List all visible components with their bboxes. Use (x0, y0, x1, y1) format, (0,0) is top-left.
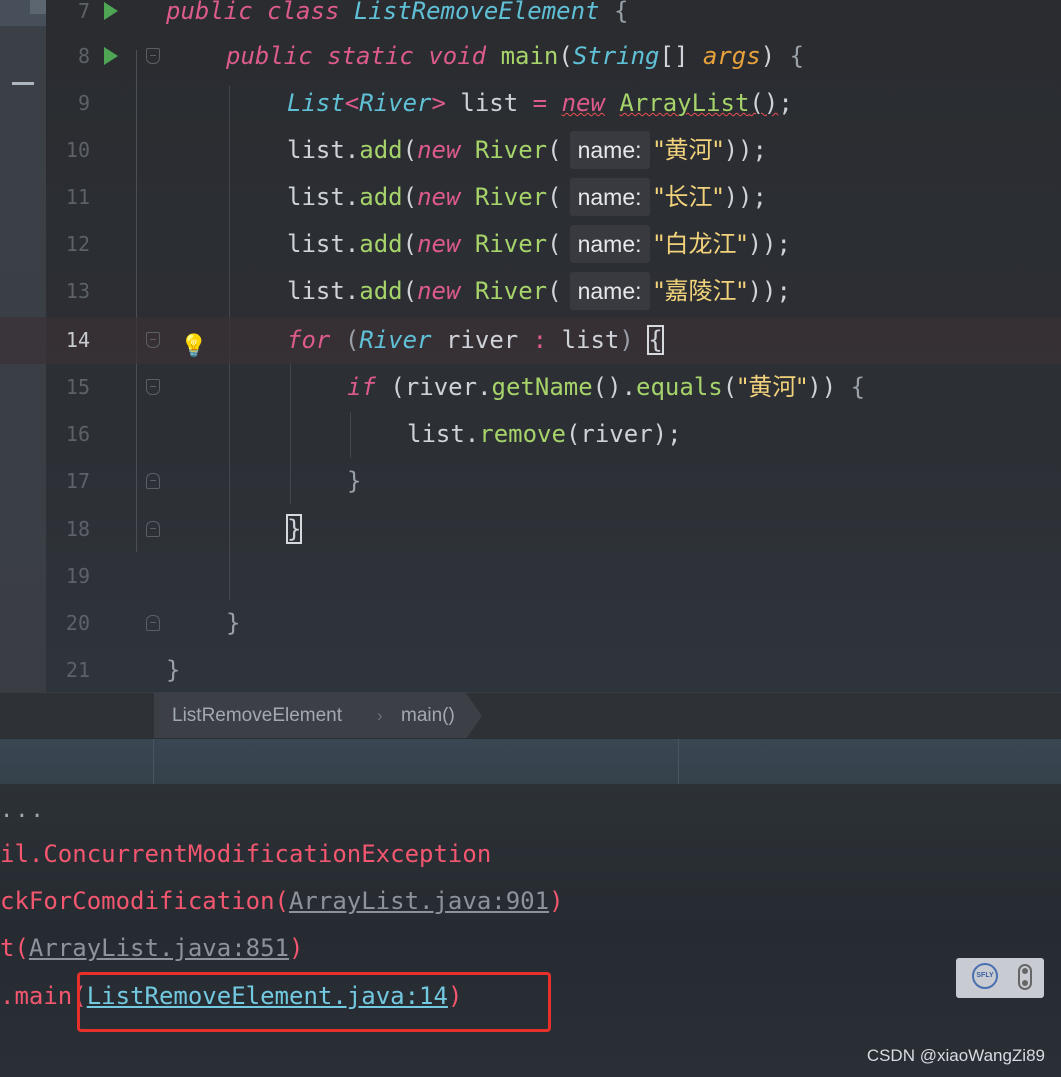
code-text: public static void main(String[] args) { (226, 42, 805, 70)
console-line-exception: il.ConcurrentModificationException (0, 840, 492, 868)
code-line-14[interactable]: 14 💡 for (River river : list) { (0, 317, 1061, 364)
toolbar-divider (153, 739, 154, 785)
console-ellipsis: ... (0, 798, 46, 823)
code-text: List<River> list = new ArrayList(); (287, 89, 793, 117)
code-line-21[interactable]: 21 } (0, 647, 1061, 694)
toggle-icon[interactable] (1018, 964, 1032, 990)
line-number: 19 (65, 564, 90, 588)
watermark: CSDN @xiaoWangZi89 (866, 1046, 1045, 1065)
code-line-16[interactable]: 16 list.remove(river); (0, 411, 1061, 458)
fold-icon[interactable] (146, 48, 160, 64)
plugin-logo-icon: SFLY (972, 963, 998, 989)
matched-brace: } (285, 514, 303, 544)
line-number: 17 (65, 469, 90, 493)
code-line-20[interactable]: 20 } (0, 600, 1061, 647)
breadcrumb-separator: › (377, 706, 383, 725)
stack-trace-link[interactable]: ArrayList.java:851 (29, 934, 289, 962)
line-number: 9 (77, 91, 90, 115)
code-editor[interactable]: 7 public class ListRemoveElement { 8 pub… (0, 0, 1061, 738)
run-icon[interactable] (104, 2, 118, 20)
stack-trace-link[interactable]: ArrayList.java:901 (289, 887, 549, 915)
fold-icon[interactable] (146, 332, 160, 348)
fold-icon[interactable] (146, 521, 160, 537)
breadcrumb-item-class[interactable]: ListRemoveElement (172, 693, 342, 738)
lightbulb-icon[interactable]: 💡 (180, 323, 207, 370)
annotation-highlight-box (77, 972, 551, 1032)
code-line-19[interactable]: 19 (0, 553, 1061, 600)
code-text: list.add(new River(name: "嘉陵江")); (287, 268, 791, 315)
line-number: 16 (65, 422, 90, 446)
run-icon[interactable] (104, 47, 118, 65)
run-toolbar (0, 738, 1061, 785)
line-number: 11 (65, 185, 90, 209)
console-line-check: ckForComodification(ArrayList.java:901) (0, 887, 564, 915)
code-line-9[interactable]: 9 List<River> list = new ArrayList(); (0, 80, 1061, 127)
code-line-18[interactable]: 18 } (0, 506, 1061, 553)
console-line-next: t(ArrayList.java:851) (0, 934, 304, 962)
line-number: 12 (65, 232, 90, 256)
code-text: } (166, 656, 181, 684)
matched-brace: { (647, 325, 664, 355)
line-number: 14 (65, 328, 90, 352)
line-number: 18 (65, 517, 90, 541)
breadcrumb: ListRemoveElement › main() (0, 692, 1061, 738)
line-number: 13 (65, 279, 90, 303)
code-text: if (river.getName().equals("黄河")) { (347, 373, 866, 401)
run-console[interactable]: ... il.ConcurrentModificationException c… (0, 784, 1061, 1077)
line-number: 21 (65, 658, 90, 682)
code-line-10[interactable]: 10 list.add(new River(name: "黄河")); (0, 127, 1061, 174)
plugin-widget[interactable]: SFLY (956, 958, 1044, 998)
fold-icon[interactable] (146, 615, 160, 631)
fold-icon[interactable] (146, 473, 160, 489)
code-text: } (226, 609, 241, 637)
code-line-12[interactable]: 12 list.add(new River(name: "白龙江")); (0, 221, 1061, 268)
code-line-17[interactable]: 17 } (0, 458, 1061, 505)
code-text: for (River river : list) { (287, 325, 664, 355)
code-line-13[interactable]: 13 list.add(new River(name: "嘉陵江")); (0, 268, 1061, 315)
code-line-7[interactable]: 7 public class ListRemoveElement { (0, 0, 1061, 35)
code-text: list.add(new River(name: "长江")); (287, 174, 767, 221)
code-text: public class ListRemoveElement { (166, 0, 629, 25)
line-number: 7 (77, 0, 90, 23)
code-line-11[interactable]: 11 list.add(new River(name: "长江")); (0, 174, 1061, 221)
code-line-15[interactable]: 15 if (river.getName().equals("黄河")) { (0, 364, 1061, 411)
code-text: list.add(new River(name: "黄河")); (287, 127, 767, 174)
parameter-hint: name: (569, 178, 650, 216)
code-text: list.add(new River(name: "白龙江")); (287, 221, 791, 268)
code-text: } (347, 467, 362, 495)
code-line-8[interactable]: 8 public static void main(String[] args)… (0, 33, 1061, 80)
breadcrumb-item-method[interactable]: main() (401, 693, 455, 738)
line-number: 15 (65, 375, 90, 399)
fold-icon[interactable] (146, 379, 160, 395)
parameter-hint: name: (569, 225, 650, 263)
toolbar-divider (678, 739, 679, 785)
code-text: list.remove(river); (407, 420, 682, 448)
code-text: } (285, 506, 303, 553)
line-number: 10 (65, 138, 90, 162)
line-number: 8 (77, 44, 90, 68)
line-number: 20 (65, 611, 90, 635)
parameter-hint: name: (569, 272, 650, 310)
parameter-hint: name: (569, 131, 650, 169)
